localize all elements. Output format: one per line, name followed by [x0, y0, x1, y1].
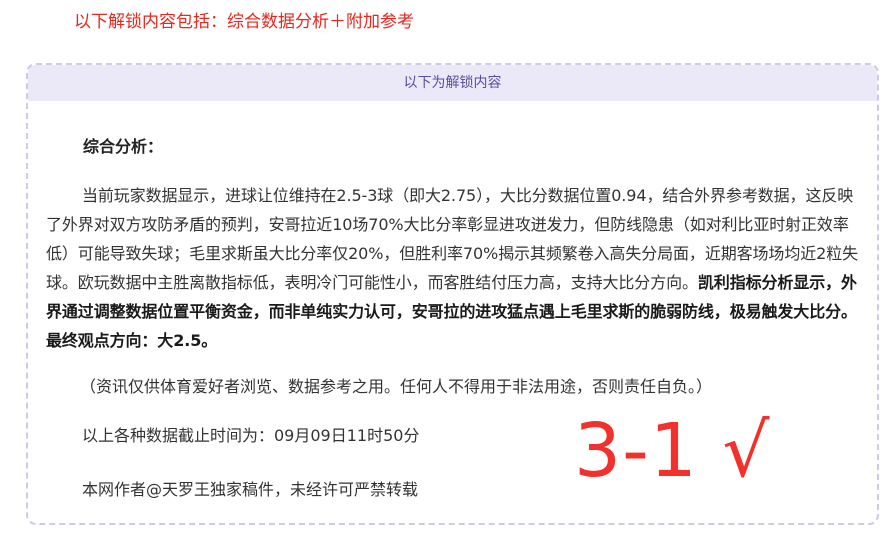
unlock-header: 以下为解锁内容 — [28, 65, 877, 101]
author-copyright-note: 本网作者@天罗王独家稿件，未经许可严禁转载 — [82, 480, 419, 499]
data-cutoff-time: 以上各种数据截止时间为：09月09日11时50分 — [82, 426, 420, 445]
unlock-intro-text: 以下解锁内容包括：综合数据分析＋附加参考 — [74, 12, 414, 32]
analysis-heading: 综合分析： — [83, 137, 164, 156]
analysis-paragraph: 当前玩家数据显示，进球让位维持在2.5-3球（即大2.75），大比分数据位置0.… — [46, 181, 861, 355]
disclaimer-text: （资讯仅供体育爱好者浏览、数据参考之用。任何人不得用于非法用途，否则责任自负。） — [80, 377, 713, 396]
article-body: 综合分析： 当前玩家数据显示，进球让位维持在2.5-3球（即大2.75），大比分… — [28, 101, 877, 523]
handwritten-result-mark: 3-1 √ — [574, 408, 771, 494]
unlocked-content-card: 以下为解锁内容 综合分析： 当前玩家数据显示，进球让位维持在2.5-3球（即大2… — [26, 63, 879, 525]
